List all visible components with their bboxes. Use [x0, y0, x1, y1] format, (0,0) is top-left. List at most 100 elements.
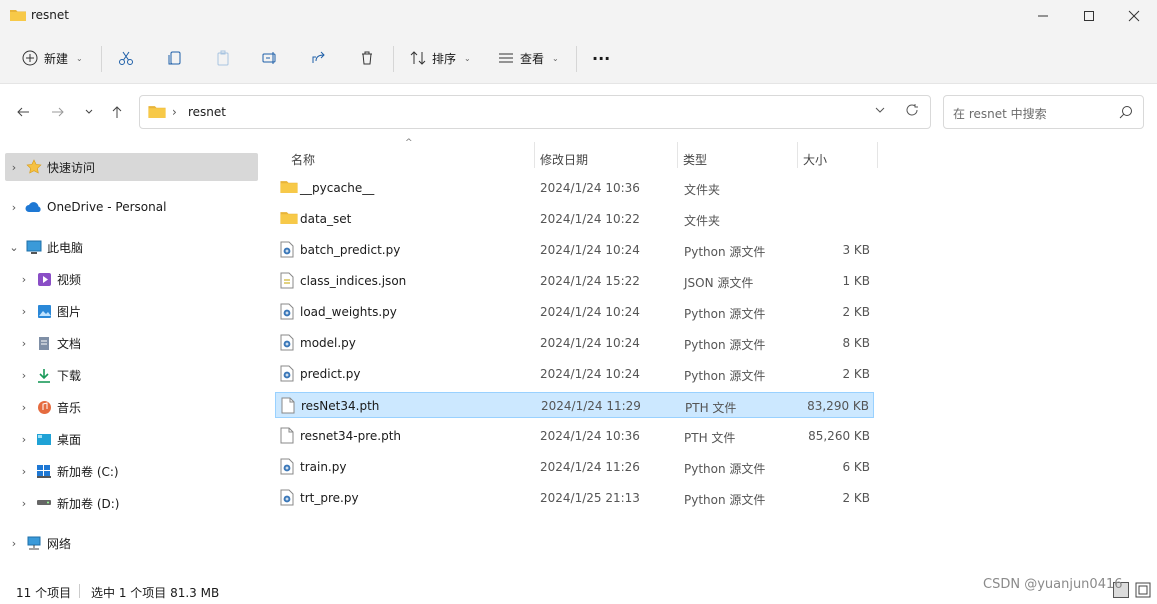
file-row[interactable]: resnet34-pre.pth 2024/1/24 10:36 PTH 文件 85,…: [275, 423, 874, 449]
item-count: 11 个项目: [16, 586, 72, 600]
minimize-button[interactable]: [1020, 0, 1066, 32]
address-bar[interactable]: › resnet: [139, 95, 931, 129]
address-history-dropdown[interactable]: [874, 104, 886, 119]
column-header-type[interactable]: 类型: [683, 146, 707, 172]
delete-button[interactable]: [359, 44, 375, 72]
rename-button[interactable]: [262, 44, 278, 72]
file-date: 2024/1/24 15:22: [540, 274, 640, 288]
share-button[interactable]: [311, 44, 327, 72]
column-divider[interactable]: [534, 142, 535, 168]
file-row[interactable]: trt_pre.py 2024/1/25 21:13 Python 源文件 2 KB: [275, 485, 874, 511]
file-row[interactable]: predict.py 2024/1/24 10:24 Python 源文件 2 KB: [275, 361, 874, 387]
chevron-right-icon[interactable]: ›: [15, 401, 33, 414]
copy-icon: [168, 51, 181, 65]
nav-item-network[interactable]: › 网络: [5, 529, 258, 557]
chevron-right-icon[interactable]: ›: [15, 433, 33, 446]
view-button[interactable]: 查看 ⌄: [498, 44, 559, 72]
up-button[interactable]: [105, 100, 129, 124]
search-placeholder: 在 resnet 中搜索: [953, 107, 1047, 121]
column-divider[interactable]: [677, 142, 678, 168]
file-date: 2024/1/24 10:24: [540, 305, 640, 319]
chevron-right-icon[interactable]: ›: [15, 497, 33, 510]
nav-item-label: 视频: [57, 272, 82, 287]
file-type: JSON 源文件: [684, 276, 754, 290]
file-date: 2024/1/24 10:24: [540, 336, 640, 350]
trash-icon: [362, 51, 372, 65]
nav-item-videos[interactable]: › 视频: [5, 265, 258, 293]
file-row[interactable]: data_set 2024/1/24 10:22 文件夹: [275, 206, 874, 232]
maximize-icon: [1084, 11, 1094, 21]
file-row[interactable]: train.py 2024/1/24 11:26 Python 源文件 6 KB: [275, 454, 874, 480]
nav-item-music[interactable]: › 音乐: [5, 393, 258, 421]
breadcrumb[interactable]: resnet: [188, 105, 226, 119]
file-type: Python 源文件: [684, 493, 766, 507]
nav-item-onedrive[interactable]: › OneDrive - Personal: [5, 193, 258, 221]
column-header-size[interactable]: 大小: [803, 146, 827, 172]
search-input[interactable]: 在 resnet 中搜索: [943, 95, 1144, 129]
file-date: 2024/1/24 10:36: [540, 429, 640, 443]
large-icons-view-button[interactable]: [1135, 582, 1151, 598]
file-row[interactable]: class_indices.json 2024/1/24 15:22 JSON 源文…: [275, 268, 874, 294]
file-list: ^ 名称 修改日期 类型 大小 __pycache__ 2024/1/24 10:…: [275, 138, 1157, 578]
back-button[interactable]: [11, 100, 35, 124]
chevron-down-icon: ⌄: [552, 53, 559, 63]
chevron-right-icon[interactable]: ›: [5, 537, 23, 550]
nav-item-this-pc[interactable]: ⌄ 此电脑: [5, 233, 258, 261]
file-size: 8 KB: [842, 336, 870, 350]
file-date: 2024/1/24 10:24: [540, 367, 640, 381]
column-header-date[interactable]: 修改日期: [540, 146, 588, 172]
chevron-right-icon[interactable]: ›: [15, 337, 33, 350]
picture-icon: [33, 302, 55, 320]
nav-item-pictures[interactable]: › 图片: [5, 297, 258, 325]
more-options-button[interactable]: ...: [592, 40, 610, 68]
chevron-right-icon[interactable]: ›: [15, 273, 33, 286]
view-list-icon: [499, 53, 513, 63]
nav-item-desktop[interactable]: › 桌面: [5, 425, 258, 453]
new-button[interactable]: 新建 ⌄: [22, 44, 83, 72]
windows-drive-icon: [33, 462, 55, 480]
chevron-right-icon[interactable]: ›: [15, 305, 33, 318]
nav-item-label: 图片: [57, 304, 82, 319]
close-button[interactable]: [1111, 0, 1157, 32]
chevron-right-icon[interactable]: ›: [15, 369, 33, 382]
copy-button[interactable]: [167, 44, 183, 72]
chevron-right-icon[interactable]: ›: [5, 161, 23, 174]
column-header-name[interactable]: 名称: [291, 146, 315, 172]
chevron-down-icon: ⌄: [464, 53, 471, 63]
nav-item-label: 网络: [47, 536, 72, 551]
nav-item-label: 新加卷 (D:): [57, 496, 120, 511]
file-row[interactable]: batch_predict.py 2024/1/24 10:24 Python 源文…: [275, 237, 874, 263]
column-divider[interactable]: [877, 142, 878, 168]
nav-item-documents[interactable]: › 文档: [5, 329, 258, 357]
paste-button[interactable]: [215, 44, 231, 72]
forward-button[interactable]: [46, 100, 70, 124]
file-row[interactable]: model.py 2024/1/24 10:24 Python 源文件 8 KB: [275, 330, 874, 356]
nav-item-drive-c[interactable]: › 新加卷 (C:): [5, 457, 258, 485]
nav-item-downloads[interactable]: › 下载: [5, 361, 258, 389]
file-type: Python 源文件: [684, 338, 766, 352]
file-row[interactable]: load_weights.py 2024/1/24 10:24 Python 源文件…: [275, 299, 874, 325]
recent-locations-button[interactable]: [77, 100, 101, 124]
file-name: train.py: [300, 460, 347, 474]
refresh-button[interactable]: [905, 103, 919, 120]
json-file-icon: [280, 272, 296, 290]
sort-button[interactable]: 排序 ⌄: [410, 44, 471, 72]
nav-item-drive-d[interactable]: › 新加卷 (D:): [5, 489, 258, 517]
file-row[interactable]: __pycache__ 2024/1/24 10:36 文件夹: [275, 175, 874, 201]
chevron-right-icon[interactable]: ›: [15, 465, 33, 478]
maximize-button[interactable]: [1066, 0, 1112, 32]
nav-item-quick-access[interactable]: › 快速访问: [5, 153, 258, 181]
file-name: trt_pre.py: [300, 491, 359, 505]
column-divider[interactable]: [797, 142, 798, 168]
file-date: 2024/1/24 10:24: [540, 243, 640, 257]
file-type: Python 源文件: [684, 245, 766, 259]
chevron-down-icon[interactable]: ⌄: [5, 241, 23, 254]
chevron-right-icon[interactable]: ›: [5, 201, 23, 214]
share-icon: [312, 51, 325, 63]
python-file-icon: [280, 241, 296, 259]
file-name: predict.py: [300, 367, 361, 381]
file-date: 2024/1/24 10:22: [540, 212, 640, 226]
file-name: resNet34.pth: [301, 399, 380, 413]
cut-button[interactable]: [118, 44, 134, 72]
file-row[interactable]: resNet34.pth 2024/1/24 11:29 PTH 文件 83,290 …: [275, 392, 874, 418]
